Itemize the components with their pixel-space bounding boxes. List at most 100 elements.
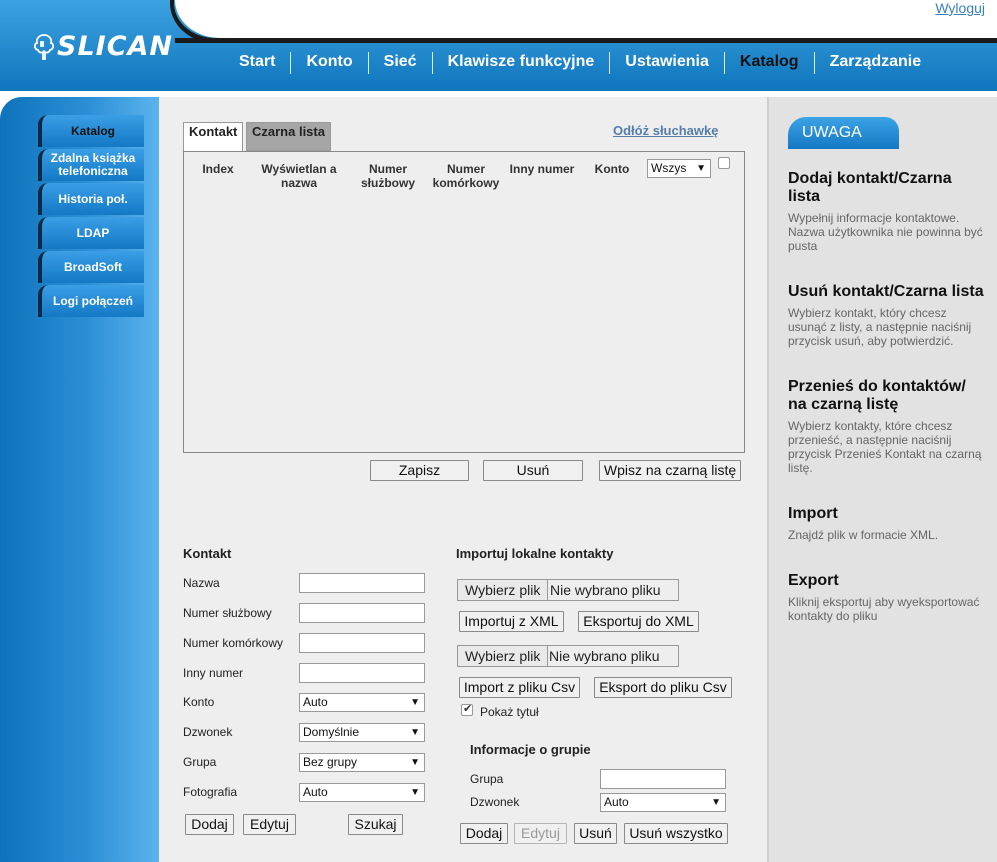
search-contact-button[interactable]: Szukaj	[348, 814, 403, 835]
logout-link[interactable]: Wyloguj	[935, 0, 985, 16]
delete-all-groups-button[interactable]: Usuń wszystko	[624, 823, 728, 844]
group-select[interactable]: Bez grupy ▼	[299, 753, 425, 772]
group-info-ringtone-label: Dzwonek	[470, 795, 520, 809]
help-import-title: Import	[788, 505, 838, 522]
mobile-number-input[interactable]	[299, 633, 425, 653]
group-label: Grupa	[183, 755, 217, 769]
nav-directory[interactable]: Katalog	[723, 52, 814, 74]
nav-function-keys[interactable]: Klawisze funkcyjne	[431, 52, 610, 74]
group-name-input[interactable]	[600, 769, 726, 789]
nav-network[interactable]: Sieć	[367, 52, 432, 74]
add-group-button[interactable]: Dodaj	[460, 823, 508, 844]
sidebar-item-call-logs[interactable]: Logi połączeń	[38, 285, 144, 317]
name-label: Nazwa	[183, 576, 220, 590]
office-number-input[interactable]	[299, 603, 425, 623]
xml-file-picker[interactable]: Wybierz plik Nie wybrano pliku	[457, 579, 679, 601]
import-xml-button[interactable]: Importuj z XML	[459, 611, 564, 632]
xml-file-status: Nie wybrano pliku	[550, 582, 661, 598]
column-header-index: Index	[202, 162, 234, 176]
edit-contact-button[interactable]: Edytuj	[243, 814, 296, 835]
csv-file-picker[interactable]: Wybierz plik Nie wybrano pliku	[457, 645, 679, 667]
help-badge: UWAGA	[788, 117, 899, 149]
nav-account[interactable]: Konto	[290, 52, 367, 74]
help-import-text: Znajdź plik w formacie XML.	[788, 528, 939, 542]
group-ringtone-select-value: Auto	[604, 795, 629, 809]
sidebar-item-call-history[interactable]: Historia poł.	[38, 183, 144, 215]
office-number-label: Numer służbowy	[183, 606, 272, 620]
sidebar-item-broadsoft[interactable]: BroadSoft	[38, 251, 144, 283]
help-remove-title: Usuń kontakt/Czarna lista	[788, 283, 984, 300]
help-add-text: Wypełnij informacje kontaktowe. Nazwa uż…	[788, 211, 983, 253]
photo-select[interactable]: Auto ▼	[299, 783, 425, 802]
group-ringtone-select[interactable]: Auto ▼	[600, 793, 726, 812]
save-button[interactable]: Zapisz	[370, 460, 469, 481]
delete-group-button[interactable]: Usuń	[574, 823, 617, 844]
edit-group-button[interactable]: Edytuj	[514, 823, 567, 844]
column-header-other-number: Inny numer	[509, 162, 575, 176]
header-divider	[175, 38, 997, 43]
contacts-table: Index Wyświetlan a nazwa Numer służbowy …	[183, 151, 745, 453]
logo-text: SLICAN	[57, 31, 174, 62]
chevron-down-icon: ▼	[696, 163, 706, 174]
tab-contact[interactable]: Kontakt	[183, 122, 244, 152]
group-info-title: Informacje o grupie	[470, 742, 591, 757]
help-remove-text: Wybierz kontakt, który chcesz usunąć z l…	[788, 306, 972, 348]
account-filter-value: Wszys	[651, 161, 687, 175]
account-select[interactable]: Auto ▼	[299, 693, 425, 712]
column-header-account: Konto	[594, 162, 630, 176]
hangup-link[interactable]: Odłóż słuchawkę	[613, 123, 718, 138]
chevron-down-icon: ▼	[410, 697, 420, 708]
csv-file-status: Nie wybrano pliku	[549, 648, 660, 664]
add-contact-button[interactable]: Dodaj	[185, 814, 234, 835]
nav-start[interactable]: Start	[224, 52, 290, 74]
account-select-value: Auto	[303, 695, 328, 709]
ringtone-select[interactable]: Domyślnie ▼	[299, 723, 425, 742]
import-section-title: Importuj lokalne kontakty	[456, 546, 614, 561]
help-add-title: Dodaj kontakt/Czarna lista	[788, 170, 952, 205]
account-label: Konto	[183, 695, 215, 709]
chevron-down-icon: ▼	[410, 757, 420, 768]
export-xml-button[interactable]: Eksportuj do XML	[578, 611, 699, 632]
ringtone-label: Dzwonek	[183, 725, 233, 739]
photo-label: Fotografia	[183, 785, 238, 799]
group-info-group-label: Grupa	[470, 772, 504, 786]
select-all-checkbox[interactable]	[718, 157, 730, 169]
help-move-text: Wybierz kontakty, które chcesz przenieść…	[788, 419, 982, 475]
group-select-value: Bez grupy	[303, 755, 358, 769]
name-input[interactable]	[299, 573, 425, 593]
show-title-checkbox[interactable]	[461, 702, 473, 716]
header-top-strip	[175, 0, 997, 38]
tab-blacklist[interactable]: Czarna lista	[246, 122, 331, 151]
chevron-down-icon: ▼	[410, 727, 420, 738]
sidebar-item-remote-phonebook[interactable]: Zdalna książka telefoniczna	[38, 149, 144, 181]
sidebar: Katalog Zdalna książka telefoniczna Hist…	[0, 97, 159, 862]
show-title-label: Pokaż tytuł	[480, 705, 539, 719]
sidebar-item-ldap[interactable]: LDAP	[38, 217, 144, 249]
delete-button[interactable]: Usuń	[483, 460, 583, 481]
help-export-title: Export	[788, 572, 839, 589]
other-number-label: Inny numer	[183, 666, 244, 680]
sidebar-item-directory[interactable]: Katalog	[38, 115, 144, 147]
column-header-display-name: Wyświetlan a nazwa	[261, 162, 337, 190]
export-csv-button[interactable]: Eksport do pliku Csv	[594, 677, 732, 698]
chevron-down-icon: ▼	[410, 787, 420, 798]
sidebar-menu: Katalog Zdalna książka telefoniczna Hist…	[38, 115, 144, 319]
ringtone-select-value: Domyślnie	[303, 725, 360, 739]
choose-xml-file-button[interactable]: Wybierz plik	[458, 580, 549, 600]
help-export-text: Kliknij eksportuj aby wyeksportować kont…	[788, 595, 980, 623]
import-csv-button[interactable]: Import z pliku Csv	[459, 677, 580, 698]
chevron-down-icon: ▼	[711, 797, 721, 808]
other-number-input[interactable]	[299, 663, 425, 683]
account-filter-select[interactable]: Wszys ▼	[647, 159, 711, 178]
tree-logo-icon	[33, 34, 55, 60]
nav-management[interactable]: Zarządzanie	[813, 52, 937, 74]
column-header-office-number: Numer służbowy	[360, 162, 415, 190]
nav-settings[interactable]: Ustawienia	[609, 52, 724, 74]
help-move-title: Przenieś do kontaktów/ na czarną listę	[788, 378, 966, 413]
photo-select-value: Auto	[303, 785, 328, 799]
main-nav: Start Konto Sieć Klawisze funkcyjne Usta…	[224, 52, 936, 74]
choose-csv-file-button[interactable]: Wybierz plik	[458, 646, 549, 666]
column-header-mobile-number: Numer komórkowy	[432, 162, 500, 190]
add-to-blacklist-button[interactable]: Wpisz na czarną listę	[599, 460, 741, 481]
contact-form-title: Kontakt	[183, 546, 232, 561]
